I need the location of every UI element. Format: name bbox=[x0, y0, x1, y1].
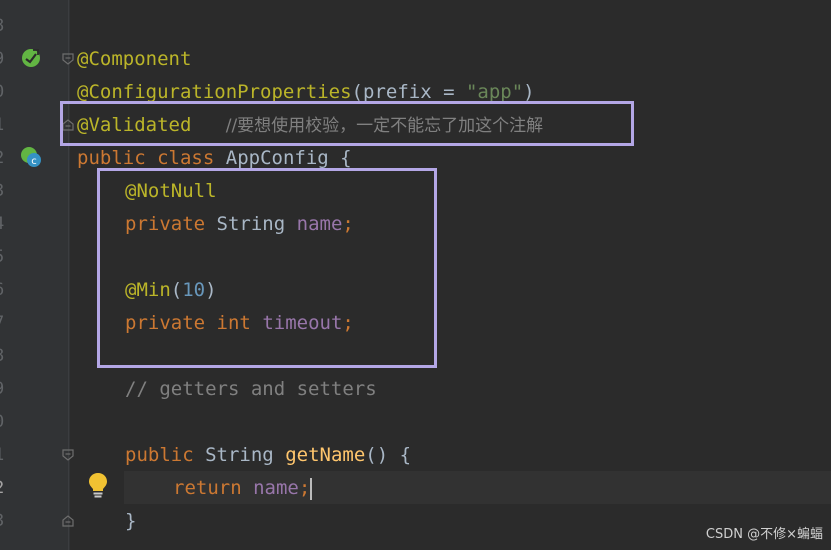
line-number: 8 bbox=[0, 10, 10, 43]
highlight-box-fields bbox=[97, 168, 437, 368]
line-comment: // getters and setters bbox=[125, 378, 377, 400]
fold-end-icon[interactable] bbox=[62, 515, 74, 527]
line-number: 3 bbox=[0, 505, 10, 538]
paren: ( bbox=[351, 81, 363, 103]
keyword: return bbox=[173, 477, 242, 499]
parens-brace: () { bbox=[365, 444, 412, 466]
keyword: public bbox=[77, 147, 146, 169]
code-line[interactable]: } bbox=[125, 505, 136, 538]
code-line-current[interactable]: return name; bbox=[173, 472, 313, 505]
line-number: 1 bbox=[0, 439, 10, 472]
keyword: class bbox=[157, 147, 215, 169]
line-number: 8 bbox=[0, 340, 10, 373]
text-caret bbox=[310, 477, 313, 500]
svg-text:c: c bbox=[31, 156, 37, 167]
line-number: 0 bbox=[0, 76, 10, 109]
method-name: getName bbox=[285, 444, 366, 466]
param-name: prefix bbox=[363, 81, 432, 103]
class-name: AppConfig bbox=[225, 147, 329, 169]
watermark: CSDN @不修×蝙蝠 bbox=[705, 527, 823, 542]
line-number: 2 bbox=[0, 142, 10, 175]
line-number: 6 bbox=[0, 274, 10, 307]
equals: = bbox=[431, 81, 466, 103]
line-number-current: 2 bbox=[0, 472, 10, 505]
highlight-box-validated bbox=[60, 101, 634, 146]
spring-config-icon[interactable]: c bbox=[20, 146, 42, 168]
brace: { bbox=[340, 147, 352, 169]
editor-gutter bbox=[0, 0, 70, 550]
code-line[interactable]: @Component bbox=[77, 43, 191, 76]
annotation-component: @Component bbox=[77, 48, 192, 70]
line-number: 0 bbox=[0, 406, 10, 439]
line-number: 7 bbox=[0, 307, 10, 340]
line-number: 3 bbox=[0, 175, 10, 208]
brace: } bbox=[125, 510, 137, 532]
semicolon: ; bbox=[298, 477, 311, 499]
line-number: 1 bbox=[0, 109, 10, 142]
line-number: 9 bbox=[0, 373, 10, 406]
line-number: 9 bbox=[0, 43, 10, 76]
field-name: name bbox=[253, 477, 299, 499]
lightbulb-icon[interactable] bbox=[88, 472, 108, 498]
code-line[interactable]: public String getName() { bbox=[125, 439, 411, 472]
gutter-divider bbox=[68, 0, 69, 550]
type-name: String bbox=[205, 444, 274, 466]
annotation-configuration-properties: @ConfigurationProperties bbox=[77, 81, 352, 103]
string-literal: "app" bbox=[465, 81, 524, 103]
paren: ) bbox=[523, 81, 535, 103]
keyword: public bbox=[125, 444, 194, 466]
line-number: 5 bbox=[0, 241, 10, 274]
spring-bean-icon[interactable] bbox=[20, 47, 42, 69]
fold-icon[interactable] bbox=[62, 53, 74, 65]
line-number: 4 bbox=[0, 208, 10, 241]
fold-icon[interactable] bbox=[62, 449, 74, 461]
code-line[interactable]: // getters and setters bbox=[125, 373, 377, 406]
